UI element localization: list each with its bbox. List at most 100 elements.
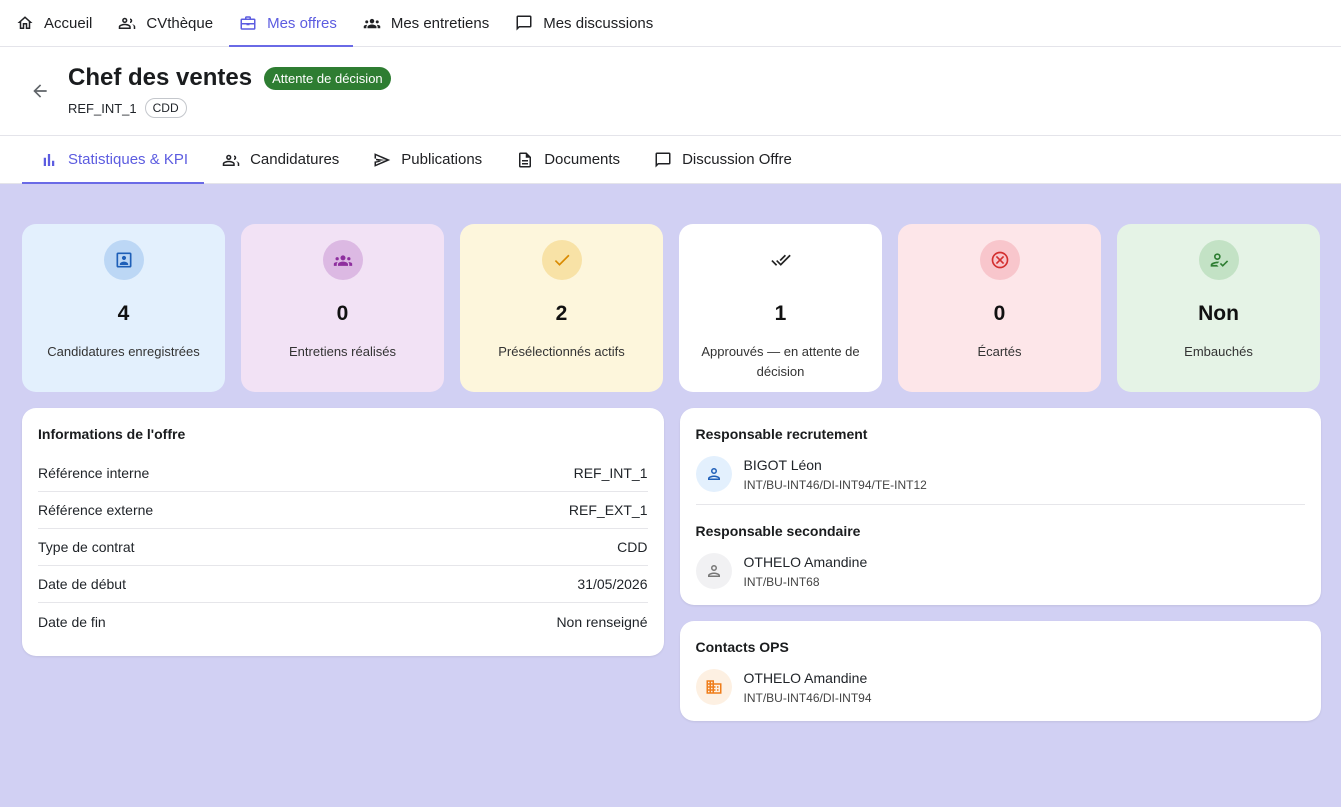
avatar xyxy=(695,553,732,589)
info-label: Type de contrat xyxy=(38,539,135,555)
person-name: OTHELO Amandine xyxy=(743,553,868,570)
card-title: Contacts OPS xyxy=(695,639,789,655)
groups-icon xyxy=(363,18,381,29)
tab-discussion-offre[interactable]: Discussion Offre xyxy=(636,136,808,183)
double-check-icon xyxy=(770,254,791,266)
kpi-label: Entretiens réalisés xyxy=(289,344,396,359)
secondary-recruiter: OTHELO Amandine INT/BU-INT68 xyxy=(695,553,1306,589)
right-column: Responsable recrutement BIGOT Léon INT/B… xyxy=(679,408,1321,721)
ops-contacts-card: Contacts OPS OTHELO Amandine INT/BU-INT4… xyxy=(679,621,1321,721)
info-label: Date de début xyxy=(38,576,126,592)
info-label: Date de fin xyxy=(38,613,106,630)
info-value: REF_EXT_1 xyxy=(568,502,648,518)
nav-item-mes-entretiens[interactable]: Mes entretiens xyxy=(353,0,505,46)
tab-label: Documents xyxy=(544,151,621,168)
nav-item-label: Mes discussions xyxy=(543,14,654,32)
document-icon xyxy=(519,152,532,167)
tab-label: Candidatures xyxy=(250,151,340,168)
building-icon xyxy=(706,680,721,694)
kpi-value: 0 xyxy=(336,302,349,325)
kpi-label: Candidatures enregistrées xyxy=(47,344,200,359)
person-icon xyxy=(707,468,720,480)
home-icon xyxy=(17,16,33,29)
info-row: Date de fin Non renseigné xyxy=(38,603,648,640)
offer-reference: REF_INT_1 xyxy=(68,100,137,116)
offer-header: Chef des ventes Attente de décision REF_… xyxy=(0,47,1341,136)
nav-item-accueil[interactable]: Accueil xyxy=(6,0,108,46)
tab-label: Discussion Offre xyxy=(682,151,792,168)
page-title: Chef des ventes xyxy=(68,64,253,91)
people-icon xyxy=(222,154,240,166)
recruiters-card: Responsable recrutement BIGOT Léon INT/B… xyxy=(679,408,1321,605)
kpi-card-preselectionnes: 2 Présélectionnés actifs xyxy=(460,224,663,392)
left-column: Informations de l'offre Référence intern… xyxy=(22,408,664,721)
kpi-icon-wrap xyxy=(1198,240,1239,280)
info-label: Référence interne xyxy=(38,465,150,481)
contact-card-icon xyxy=(116,252,131,268)
kpi-card-approuves: 1 Approuvés — en attente de décision xyxy=(679,224,882,392)
person-org: INT/BU-INT46/DI-INT94 xyxy=(743,690,872,705)
kpi-value: 4 xyxy=(117,302,130,325)
kpi-icon-wrap xyxy=(760,240,801,280)
tab-candidatures[interactable]: Candidatures xyxy=(204,136,355,183)
ops-contact: OTHELO Amandine INT/BU-INT46/DI-INT94 xyxy=(695,669,1306,705)
primary-recruiter: BIGOT Léon INT/BU-INT46/DI-INT94/TE-INT1… xyxy=(695,456,1306,492)
kpi-value: Non xyxy=(1198,302,1239,325)
kpi-card-entretiens: 0 Entretiens réalisés xyxy=(241,224,444,392)
tab-documents[interactable]: Documents xyxy=(498,136,636,183)
card-title: Informations de l'offre xyxy=(38,426,186,442)
kpi-value: 0 xyxy=(993,302,1006,325)
nav-item-mes-discussions[interactable]: Mes discussions xyxy=(505,0,669,46)
kpi-value: 1 xyxy=(774,302,787,325)
kpi-icon-wrap xyxy=(541,240,582,280)
tab-publications[interactable]: Publications xyxy=(355,136,498,183)
nav-item-cvtheque[interactable]: CVthèque xyxy=(108,0,229,46)
chat-icon xyxy=(655,152,671,167)
kpi-label: Embauchés xyxy=(1184,344,1253,359)
briefcase-icon xyxy=(240,16,256,30)
nav-item-label: CVthèque xyxy=(146,14,214,32)
bar-chart-icon xyxy=(43,153,55,166)
info-value: REF_INT_1 xyxy=(573,465,648,481)
divider xyxy=(695,504,1305,505)
kpi-icon-wrap xyxy=(322,240,363,280)
tab-label: Publications xyxy=(401,151,483,168)
kpi-label: Approuvés — en attente de décision xyxy=(701,344,860,379)
person-check-icon xyxy=(1210,253,1228,267)
person-org: INT/BU-INT46/DI-INT94/TE-INT12 xyxy=(743,477,927,492)
offer-info-list: Référence interne REF_INT_1 Référence ex… xyxy=(38,455,648,640)
info-row: Date de début 31/05/2026 xyxy=(38,566,648,603)
info-label: Référence externe xyxy=(38,502,154,518)
person-name: OTHELO Amandine xyxy=(743,669,868,686)
info-row: Référence externe REF_EXT_1 xyxy=(38,492,648,529)
kpi-icon-wrap xyxy=(979,240,1020,280)
nav-item-label: Accueil xyxy=(44,14,93,32)
info-row: Référence interne REF_INT_1 xyxy=(38,455,648,492)
kpi-row: 4 Candidatures enregistrées 0 Entretiens… xyxy=(22,224,1321,392)
kpi-card-candidatures: 4 Candidatures enregistrées xyxy=(22,224,225,392)
kpi-card-embauches: Non Embauchés xyxy=(1117,224,1320,392)
nav-item-label: Mes offres xyxy=(267,14,337,32)
info-row: Type de contrat CDD xyxy=(38,529,648,566)
people-icon xyxy=(119,17,136,29)
top-navigation: Accueil CVthèque Mes offres Mes entretie… xyxy=(0,0,1341,47)
kpi-label: Écartés xyxy=(977,344,1022,359)
groups-icon xyxy=(333,255,352,266)
contract-type-chip: CDD xyxy=(144,98,187,118)
kpi-value: 2 xyxy=(555,302,568,325)
avatar xyxy=(695,669,732,705)
status-badge: Attente de décision xyxy=(264,66,391,90)
info-value: Non renseigné xyxy=(556,613,648,630)
offer-tabs: Statistiques & KPI Candidatures Publicat… xyxy=(0,136,1341,184)
back-button[interactable] xyxy=(28,79,52,103)
chat-icon xyxy=(516,15,532,31)
person-org: INT/BU-INT68 xyxy=(743,574,820,589)
tab-statistiques-kpi[interactable]: Statistiques & KPI xyxy=(22,136,205,184)
kpi-icon-wrap xyxy=(103,240,144,280)
check-icon xyxy=(554,254,569,266)
person-icon xyxy=(707,565,720,577)
tab-label: Statistiques & KPI xyxy=(68,151,189,168)
kpi-label: Présélectionnés actifs xyxy=(498,344,625,359)
nav-item-mes-offres[interactable]: Mes offres xyxy=(229,0,353,47)
offer-info-card: Informations de l'offre Référence intern… xyxy=(22,408,664,656)
